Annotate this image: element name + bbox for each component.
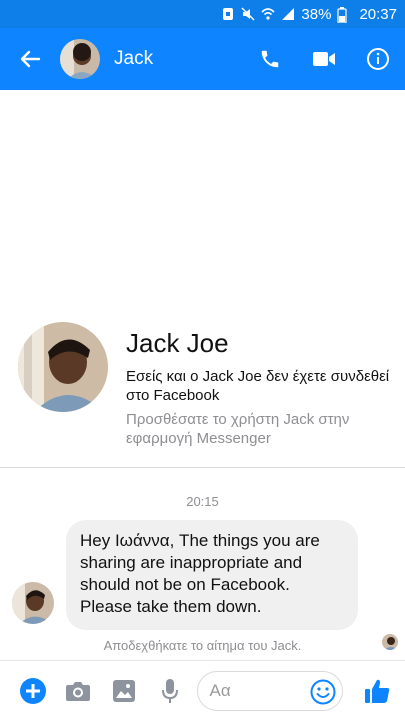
camera-button[interactable] xyxy=(56,661,102,720)
divider xyxy=(0,467,405,468)
profile-avatar[interactable] xyxy=(18,322,108,412)
back-button[interactable] xyxy=(0,28,60,90)
like-icon xyxy=(365,679,390,703)
profile-name: Jack Joe xyxy=(126,328,229,358)
phone-icon xyxy=(261,50,279,68)
sender-avatar[interactable] xyxy=(12,582,54,624)
request-accepted-note: Αποδεχθήκατε το αίτημα του Jack. xyxy=(103,638,302,653)
contact-name[interactable]: Jack xyxy=(114,48,243,70)
notification-icon xyxy=(221,7,235,21)
voice-button[interactable] xyxy=(147,661,193,720)
emoji-icon xyxy=(310,679,336,704)
add-icon xyxy=(19,677,46,704)
more-actions-button[interactable] xyxy=(10,661,56,720)
mute-icon xyxy=(241,7,255,21)
conversation-header: Jack xyxy=(0,28,405,90)
like-button[interactable] xyxy=(349,661,405,720)
message-timestamp: 20:15 xyxy=(186,494,219,509)
status-bar: 38% 20:37 xyxy=(0,0,405,28)
message-input[interactable]: Αα xyxy=(196,670,344,711)
microphone-icon xyxy=(161,678,178,703)
gallery-button[interactable] xyxy=(101,661,147,720)
camera-icon xyxy=(66,681,91,701)
message-bubble[interactable]: Hey Ιωάννα, The things you are sharing a… xyxy=(66,520,358,630)
battery-percent: 38% xyxy=(301,5,332,23)
profile-note: Προσθέσατε το χρήστη Jack στην εφαρμογή … xyxy=(126,411,350,447)
info-icon xyxy=(367,48,389,70)
messenger-screen: 38% 20:37 Jack Jack Joe Εσείς και ο Jack… xyxy=(0,0,405,720)
emoji-button[interactable] xyxy=(310,679,336,705)
gallery-icon xyxy=(113,679,136,702)
composer-bar: Αα xyxy=(0,660,405,720)
chat-area[interactable]: Jack Joe Εσείς και ο Jack Joe δεν έχετε … xyxy=(0,90,405,660)
video-call-button[interactable] xyxy=(297,28,351,90)
wifi-icon xyxy=(261,7,275,21)
video-icon xyxy=(313,52,335,66)
message-input-placeholder: Αα xyxy=(209,680,231,700)
call-button[interactable] xyxy=(243,28,297,90)
signal-icon xyxy=(281,7,295,21)
battery-icon xyxy=(337,7,351,23)
back-arrow-icon xyxy=(20,50,41,68)
contact-avatar[interactable] xyxy=(60,39,100,79)
info-button[interactable] xyxy=(351,28,405,90)
profile-subtitle: Εσείς και ο Jack Joe δεν έχετε συνδεθεί … xyxy=(126,368,390,404)
seen-indicator-avatar xyxy=(382,634,398,650)
clock: 20:37 xyxy=(359,5,397,23)
contact-intro: Jack Joe Εσείς και ο Jack Joe δεν έχετε … xyxy=(18,322,398,447)
